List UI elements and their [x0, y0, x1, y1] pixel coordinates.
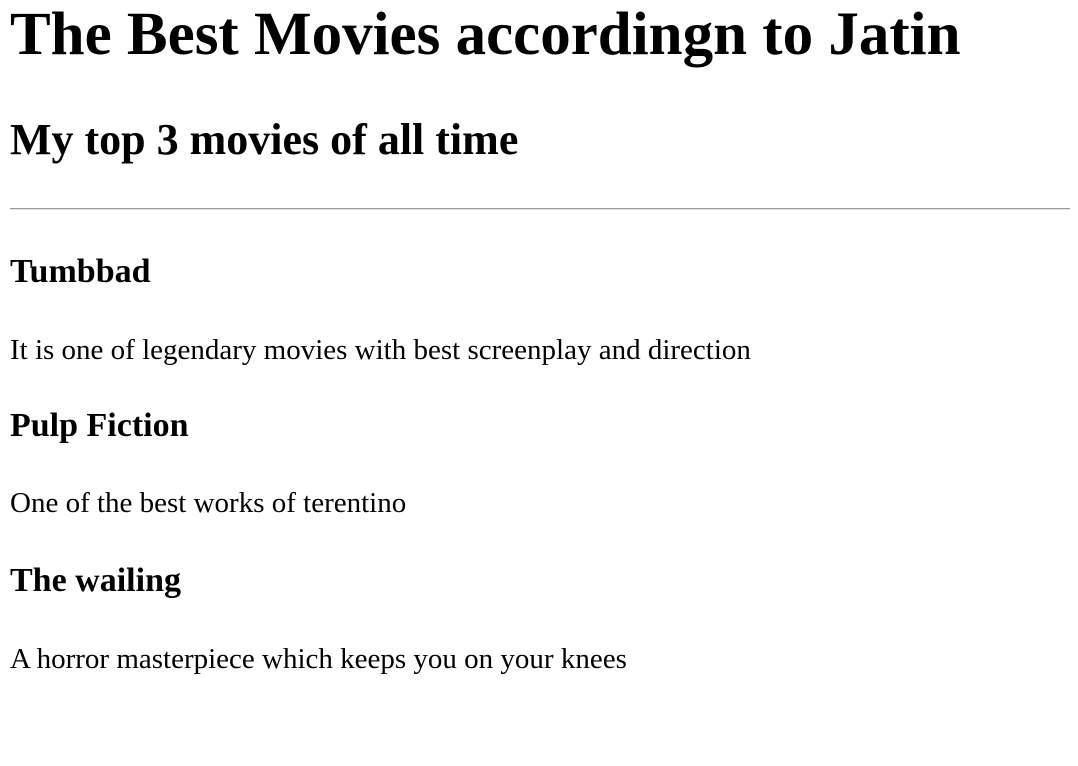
divider — [10, 208, 1070, 210]
movie-description-the-wailing: A horror masterpiece which keeps you on … — [10, 643, 627, 675]
page-title: The Best Movies accordingn to Jatin — [10, 1, 961, 68]
page-subtitle: My top 3 movies of all time — [10, 115, 519, 164]
movie-title-tumbbad: Tumbbad — [10, 253, 151, 290]
movie-title-pulp-fiction: Pulp Fiction — [10, 407, 189, 444]
movie-description-tumbbad: It is one of legendary movies with best … — [10, 334, 751, 366]
movie-title-the-wailing: The wailing — [10, 562, 181, 599]
movie-description-pulp-fiction: One of the best works of terentino — [10, 487, 407, 519]
